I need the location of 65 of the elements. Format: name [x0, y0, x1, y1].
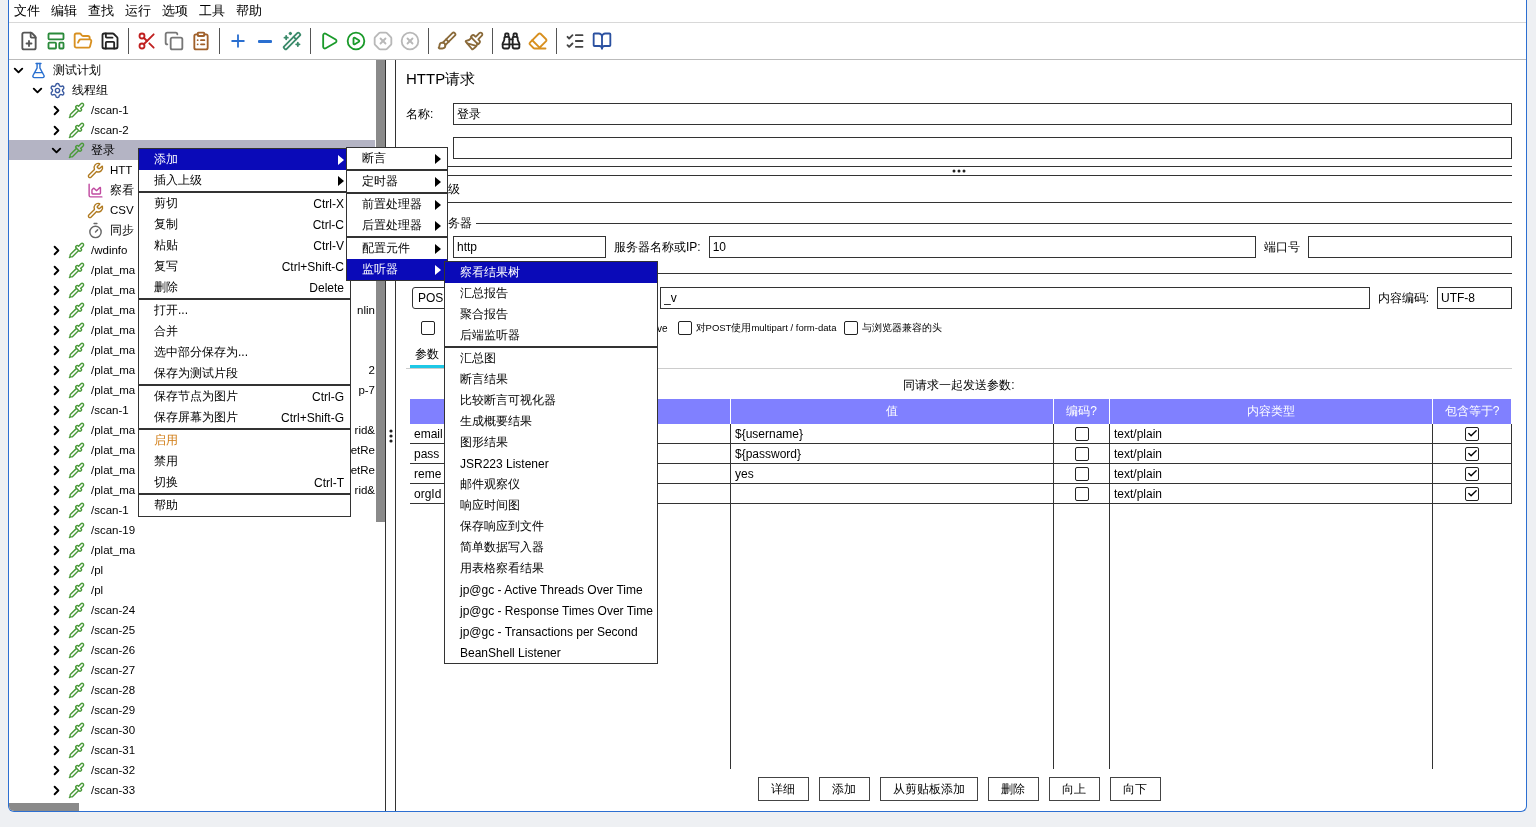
table-cell: ${username}: [731, 424, 1054, 444]
column-header: 值: [731, 399, 1054, 424]
tree-label: /scan-19: [91, 524, 136, 536]
tree-label: /scan-29: [91, 704, 136, 716]
section-legend: 务器: [448, 214, 472, 232]
tree-label: /plat_ma: [91, 264, 136, 276]
tree-label: /plat_ma: [91, 484, 136, 496]
tree-label: /scan-27: [91, 664, 136, 676]
tree-label: 线程组: [72, 82, 108, 98]
tree-label: /pl: [91, 564, 104, 576]
tree-label: /scan-24: [91, 604, 136, 616]
tree-label: /scan-33: [91, 784, 136, 796]
tree-label: /scan-26: [91, 644, 136, 656]
tree-label: 测试计划: [53, 62, 101, 78]
tree-label: /plat_ma: [91, 304, 136, 316]
field-label: 名称:: [406, 105, 435, 123]
column-header: 编码?: [1054, 399, 1110, 424]
table-cell: text/plain: [1110, 464, 1433, 484]
tree-label: /scan-1: [91, 404, 129, 416]
tree-label: rid&: [354, 424, 375, 436]
tree-label: /plat_ma: [91, 544, 136, 556]
tree-label: /plat_ma: [91, 384, 136, 396]
tree-label: /wdinfo: [91, 244, 128, 256]
table-caption: 同请求一起发送参数:: [903, 377, 1015, 394]
table-cell: ${password}: [731, 444, 1054, 464]
table-cell: text/plain: [1110, 484, 1433, 504]
panel-title: HTTP请求: [406, 70, 477, 89]
tree-label: /scan-1: [91, 104, 129, 116]
field-label: 端口号: [1264, 238, 1300, 256]
option-label: 对POST使用multipart / form-data: [695, 321, 837, 335]
column-header: 内容类型: [1110, 399, 1433, 424]
tree-label: /plat_ma: [91, 444, 136, 456]
field-label: 服务器名称或IP:: [614, 238, 701, 256]
tree-label: /scan-31: [91, 744, 136, 756]
field-label: 内容编码:: [1377, 289, 1429, 307]
tree-label: /scan-30: [91, 724, 136, 736]
tree-label: /plat_ma: [91, 324, 136, 336]
column-header: 包含等于?: [1433, 399, 1512, 424]
tree-label: /scan-1: [91, 504, 129, 516]
tree-label: /scan-28: [91, 684, 136, 696]
tree-label: nlin: [357, 304, 375, 316]
tree-label: CSV: [110, 204, 134, 216]
option-label: ve: [657, 322, 668, 334]
tree-label: 察看: [110, 182, 134, 198]
tree-label: 登录: [91, 142, 115, 158]
tree-label: 2: [368, 364, 375, 376]
tree-label: /pl: [91, 584, 104, 596]
table-cell: text/plain: [1110, 424, 1433, 444]
table-cell: yes: [731, 464, 1054, 484]
tree-label: etRe: [350, 464, 375, 476]
tree-label: /plat_ma: [91, 364, 136, 376]
tree-label: p-7: [358, 384, 375, 396]
tree-label: /scan-2: [91, 124, 129, 136]
tree-label: /plat_ma: [91, 424, 136, 436]
tree-label: /plat_ma: [91, 464, 136, 476]
tree-label: /plat_ma: [91, 344, 136, 356]
tree-label: /plat_ma: [91, 284, 136, 296]
tree-label: HTT: [110, 164, 133, 176]
tree-label: 同步: [110, 222, 134, 238]
option-label: 与浏览器兼容的头: [862, 321, 943, 335]
tree-label: /scan-32: [91, 764, 136, 776]
tree-label: etRe: [350, 444, 375, 456]
tree-label: /scan-25: [91, 624, 136, 636]
table-cell: text/plain: [1110, 444, 1433, 464]
tree-label: rid&: [354, 484, 375, 496]
